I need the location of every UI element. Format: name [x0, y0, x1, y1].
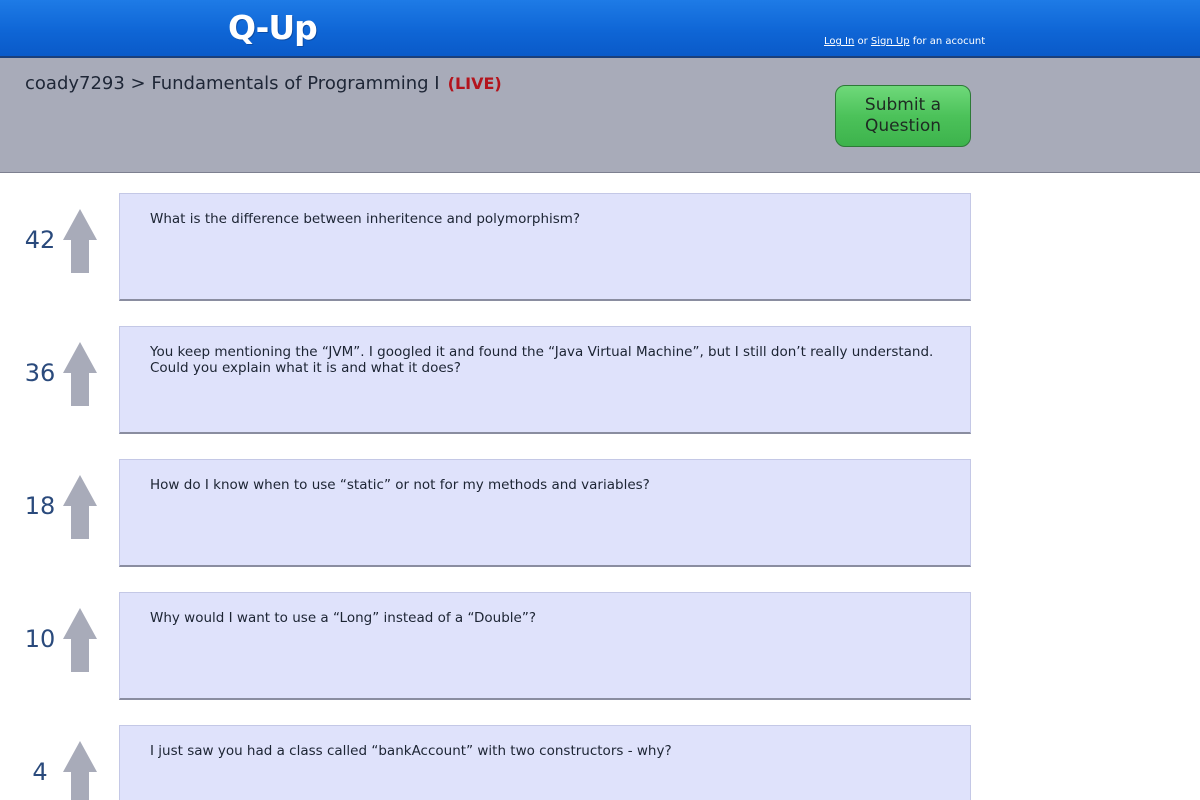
- question-row: 36 You keep mentioning the “JVM”. I goog…: [0, 326, 1200, 436]
- app-logo[interactable]: Q-Up: [228, 8, 318, 47]
- auth-suffix-text: for an acocunt: [909, 36, 986, 47]
- question-row: 42 What is the difference between inheri…: [0, 193, 1200, 303]
- question-card[interactable]: How do I know when to use “static” or no…: [119, 459, 971, 567]
- upvote-arrow-icon[interactable]: [63, 475, 97, 539]
- question-card[interactable]: I just saw you had a class called “bankA…: [119, 725, 971, 800]
- vote-count: 36: [24, 359, 56, 387]
- vote-count: 42: [24, 226, 56, 254]
- top-bar: Q-Up Log In or Sign Up for an acocunt: [0, 0, 1200, 58]
- vote-count: 10: [24, 625, 56, 653]
- question-card[interactable]: You keep mentioning the “JVM”. I googled…: [119, 326, 971, 434]
- question-row: 10 Why would I want to use a “Long” inst…: [0, 592, 1200, 702]
- breadcrumb-text[interactable]: coady7293 > Fundamentals of Programming …: [25, 73, 440, 94]
- auth-or-text: or: [854, 36, 871, 47]
- upvote-arrow-icon[interactable]: [63, 342, 97, 406]
- login-link[interactable]: Log In: [824, 36, 854, 47]
- question-card[interactable]: What is the difference between inheriten…: [119, 193, 971, 301]
- question-row: 4 I just saw you had a class called “ban…: [0, 725, 1200, 800]
- signup-link[interactable]: Sign Up: [871, 36, 910, 47]
- upvote-arrow-icon[interactable]: [63, 741, 97, 800]
- question-row: 18 How do I know when to use “static” or…: [0, 459, 1200, 569]
- auth-links: Log In or Sign Up for an acocunt: [824, 36, 985, 47]
- question-card[interactable]: Why would I want to use a “Long” instead…: [119, 592, 971, 700]
- live-badge: (LIVE): [447, 74, 502, 93]
- upvote-arrow-icon[interactable]: [63, 608, 97, 672]
- vote-count: 4: [32, 758, 48, 786]
- submit-question-button[interactable]: Submit a Question: [835, 85, 971, 147]
- course-header: coady7293 > Fundamentals of Programming …: [0, 58, 1200, 173]
- breadcrumb: coady7293 > Fundamentals of Programming …: [25, 73, 502, 94]
- vote-count: 18: [24, 492, 56, 520]
- upvote-arrow-icon[interactable]: [63, 209, 97, 273]
